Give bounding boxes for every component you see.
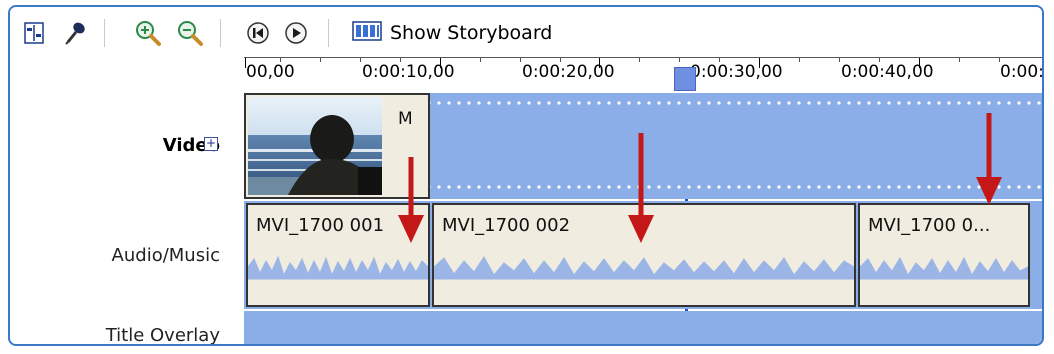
- ruler-minor-tick: [360, 58, 361, 62]
- show-storyboard-label: Show Storyboard: [390, 22, 553, 44]
- ruler-minor-tick: [320, 58, 321, 62]
- video-clip-caption: M: [398, 109, 413, 129]
- toolbar-separator: [104, 19, 105, 47]
- ruler-minor-tick: [679, 58, 680, 62]
- title-overlay-track[interactable]: [244, 311, 1042, 344]
- toolbar-separator: [328, 19, 329, 47]
- timeline-toolbar: Show Storyboard: [10, 7, 1042, 57]
- audio-clip-3[interactable]: MVI_1700 0...: [858, 203, 1030, 307]
- audio-clip-name: MVI_1700 002: [442, 215, 571, 236]
- annotation-arrow-icon: [628, 133, 654, 243]
- zoom-out-icon[interactable]: [176, 19, 204, 47]
- timeline-ruler[interactable]: 00,00 0:00:10,00 0:00:20,00 0:00:30,00 0…: [244, 57, 1044, 94]
- ruler-minor-tick: [639, 58, 640, 62]
- ruler-tick-label: 0:00:5: [1000, 62, 1044, 82]
- play-icon[interactable]: [282, 19, 310, 47]
- video-clip-thumbnail: [248, 97, 382, 195]
- annotation-arrow-icon: [976, 113, 1002, 205]
- ruler-minor-tick: [480, 58, 481, 62]
- narrate-timeline-icon[interactable]: [62, 19, 90, 47]
- title-overlay-track-label: Title Overlay: [105, 325, 220, 346]
- show-storyboard-button[interactable]: Show Storyboard: [352, 19, 552, 47]
- ruler-minor-tick: [520, 58, 521, 62]
- storyboard-icon: [352, 20, 382, 47]
- ruler-minor-tick: [959, 58, 960, 62]
- audio-clip-name: MVI_1700 0...: [868, 215, 991, 236]
- audio-waveform: [434, 256, 854, 280]
- toolbar-separator: [220, 19, 221, 47]
- ruler-minor-tick: [799, 58, 800, 62]
- ruler-tick-label: 0:00:20,00: [522, 62, 615, 82]
- ruler-tick-label: 0:00:10,00: [362, 62, 455, 82]
- ruler-tick-label: 0:00:30,00: [690, 62, 783, 82]
- set-audio-levels-icon[interactable]: [20, 19, 48, 47]
- zoom-in-icon[interactable]: [134, 19, 162, 47]
- audio-waveform: [860, 256, 1028, 280]
- timeline-panel: Show Storyboard 00,00 0:00:10,00 0:00:20…: [8, 5, 1044, 346]
- audio-clip-name: MVI_1700 001: [256, 215, 385, 236]
- ruler-tick-label: 00,00: [246, 62, 295, 82]
- ruler-tick-label: 0:00:40,00: [841, 62, 934, 82]
- playhead-handle[interactable]: [674, 67, 696, 91]
- audio-waveform: [248, 255, 428, 280]
- audio-music-track-label: Audio/Music: [111, 245, 220, 266]
- rewind-icon[interactable]: [244, 19, 272, 47]
- expand-video-track-button[interactable]: +: [204, 137, 218, 151]
- annotation-arrow-icon: [398, 157, 424, 243]
- ruler-minor-tick: [839, 58, 840, 62]
